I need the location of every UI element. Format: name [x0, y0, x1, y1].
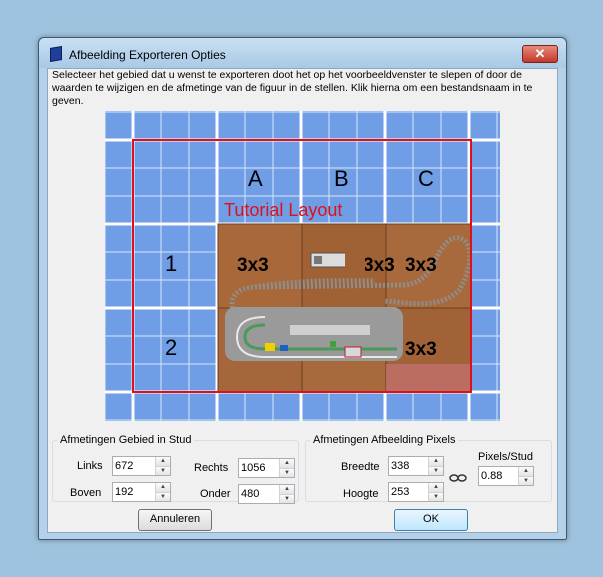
- onder-label: Onder: [200, 488, 231, 500]
- column-label: C: [418, 166, 434, 191]
- spin-down-button[interactable]: ▼: [429, 466, 443, 475]
- boven-spinbox[interactable]: ▲▼: [112, 482, 171, 502]
- app-icon: [50, 45, 62, 63]
- tile-label: 3x3: [363, 255, 395, 276]
- export-options-dialog: Afbeelding Exporteren Opties ✕ Selecteer…: [38, 37, 567, 540]
- stud-group-legend: Afmetingen Gebied in Stud: [60, 434, 192, 446]
- tile-label: 3x3: [405, 255, 437, 276]
- tile-label: 3x3: [237, 255, 269, 276]
- spin-up-button[interactable]: ▲: [519, 467, 533, 476]
- layout-title: Tutorial Layout: [224, 200, 342, 220]
- spin-up-button[interactable]: ▲: [156, 457, 170, 466]
- spin-down-button[interactable]: ▼: [280, 494, 294, 503]
- pixels-per-stud-label: Pixels/Stud: [478, 451, 534, 463]
- title-bar[interactable]: Afbeelding Exporteren Opties ✕: [39, 38, 566, 68]
- boven-label: Boven: [70, 487, 102, 499]
- pixels-per-stud-spinbox[interactable]: ▲▼: [478, 466, 534, 486]
- links-input[interactable]: [115, 458, 152, 473]
- dialog-body: Selecteer het gebied dat u wenst te expo…: [47, 68, 558, 533]
- breedte-label: Breedte: [341, 461, 380, 473]
- spin-down-button[interactable]: ▼: [280, 468, 294, 477]
- ok-button[interactable]: OK: [394, 509, 468, 531]
- window-title: Afbeelding Exporteren Opties: [69, 48, 226, 62]
- pixels-per-stud-input[interactable]: [481, 468, 515, 483]
- spin-down-button[interactable]: ▼: [429, 492, 443, 501]
- spin-up-button[interactable]: ▲: [280, 459, 294, 468]
- row-label: 1: [165, 251, 177, 276]
- spin-up-button[interactable]: ▲: [156, 483, 170, 492]
- column-label: A: [248, 166, 263, 191]
- boven-input[interactable]: [115, 484, 152, 499]
- intro-text: Selecteer het gebied dat u wenst te expo…: [52, 69, 533, 107]
- links-spinbox[interactable]: ▲▼: [112, 456, 171, 476]
- rechts-spinbox[interactable]: ▲▼: [238, 458, 295, 478]
- cancel-button[interactable]: Annuleren: [138, 509, 212, 531]
- pixel-group-legend: Afmetingen Afbeelding Pixels: [313, 434, 456, 446]
- spin-up-button[interactable]: ▲: [429, 457, 443, 466]
- row-label: 2: [165, 335, 177, 360]
- hoogte-input[interactable]: [391, 484, 425, 499]
- chain-link-icon[interactable]: [449, 473, 467, 483]
- spin-down-button[interactable]: ▼: [156, 466, 170, 475]
- spin-up-button[interactable]: ▲: [429, 483, 443, 492]
- spin-down-button[interactable]: ▼: [156, 492, 170, 501]
- station-platform: [225, 307, 403, 361]
- breedte-spinbox[interactable]: ▲▼: [388, 456, 444, 476]
- onder-input[interactable]: [241, 486, 276, 501]
- hoogte-spinbox[interactable]: ▲▼: [388, 482, 444, 502]
- export-preview[interactable]: 3x3 3x3 3x3 3x3 A B C 1 2 Tutorial Layou…: [105, 111, 500, 421]
- rechts-input[interactable]: [241, 460, 276, 475]
- close-button[interactable]: ✕: [522, 45, 558, 63]
- links-label: Links: [77, 460, 103, 472]
- spin-up-button[interactable]: ▲: [280, 485, 294, 494]
- spin-down-button[interactable]: ▼: [519, 476, 533, 485]
- rechts-label: Rechts: [194, 462, 229, 474]
- hoogte-label: Hoogte: [343, 488, 379, 500]
- column-label: B: [334, 166, 349, 191]
- onder-spinbox[interactable]: ▲▼: [238, 484, 295, 504]
- breedte-input[interactable]: [391, 458, 425, 473]
- tile-label: 3x3: [405, 339, 437, 360]
